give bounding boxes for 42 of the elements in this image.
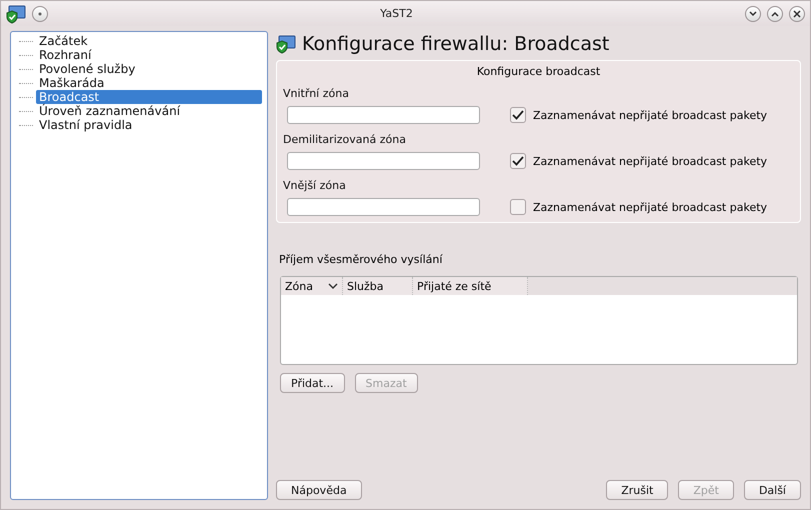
maximize-button[interactable] — [767, 6, 783, 22]
field-label: Vnitřní zóna — [283, 87, 350, 100]
dot-icon — [38, 12, 42, 16]
firewall-icon — [276, 34, 296, 54]
column-header[interactable]: Přijaté ze sítě — [413, 277, 528, 295]
minimize-button[interactable] — [745, 6, 761, 22]
window-title: YaST2 — [379, 7, 414, 20]
chevron-down-icon — [749, 10, 757, 16]
page-heading: Konfigurace firewallu: Broadcast — [302, 33, 610, 55]
checkbox-label: Zaznamenávat nepřijaté broadcast pakety — [533, 108, 768, 122]
checkbox[interactable] — [510, 107, 526, 123]
field-label: Demilitarizovaná zóna — [283, 133, 407, 146]
tree-item[interactable]: Úroveň zaznamenávání — [36, 104, 262, 118]
tree-item[interactable]: Maškaráda — [36, 76, 262, 90]
input-field[interactable] — [287, 152, 480, 170]
tree-item[interactable]: Vlastní pravidla — [36, 118, 262, 132]
column-header[interactable]: Zóna — [281, 277, 343, 295]
close-button[interactable] — [789, 6, 805, 22]
close-icon — [793, 10, 801, 18]
help-button[interactable]: Nápověda — [276, 480, 362, 500]
app-icon — [6, 4, 26, 24]
checkbox[interactable] — [510, 199, 526, 215]
menu-button[interactable] — [32, 6, 48, 22]
checkbox[interactable] — [510, 153, 526, 169]
input-field[interactable] — [287, 106, 480, 124]
tree-item[interactable]: Broadcast — [36, 90, 262, 104]
checkbox-label: Zaznamenávat nepřijaté broadcast pakety — [533, 200, 768, 214]
field-label: Vnější zóna — [283, 179, 347, 192]
tree-item[interactable]: Rozhraní — [36, 48, 262, 62]
tree-item[interactable]: Začátek — [36, 34, 262, 48]
checkmark-icon — [512, 110, 524, 120]
input-field[interactable] — [287, 198, 480, 216]
chevron-up-icon — [771, 10, 779, 16]
wizard-button[interactable]: Další — [744, 480, 801, 500]
checkbox-label: Zaznamenávat nepřijaté broadcast pakety — [533, 154, 768, 168]
group-title: Konfigurace broadcast — [476, 65, 600, 78]
column-header[interactable]: Služba — [343, 277, 413, 295]
tree-item[interactable]: Povolené služby — [36, 62, 262, 76]
table-button[interactable]: Přidat... — [280, 373, 345, 393]
section-title: Příjem všesměrového vysílání — [279, 253, 444, 266]
wizard-button[interactable]: Zrušit — [606, 480, 668, 500]
checkmark-icon — [512, 156, 524, 166]
